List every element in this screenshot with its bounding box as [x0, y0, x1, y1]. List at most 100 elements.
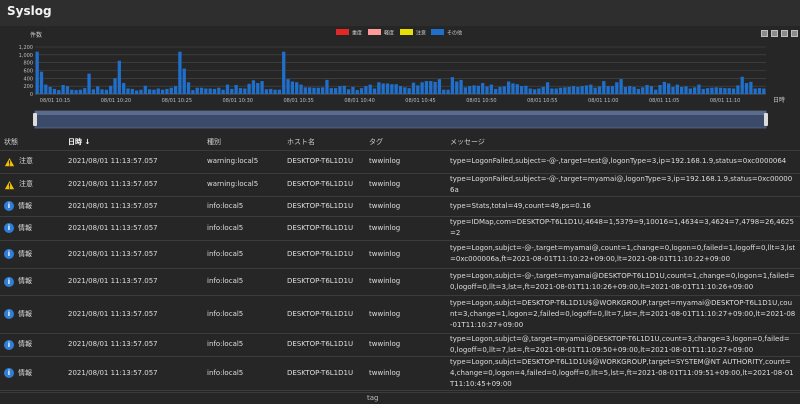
bar[interactable]: [524, 85, 528, 94]
bar[interactable]: [139, 89, 143, 94]
legend-label[interactable]: 重度: [352, 30, 362, 37]
bar[interactable]: [247, 83, 251, 94]
bar[interactable]: [641, 87, 645, 94]
bar[interactable]: [714, 87, 718, 94]
bar[interactable]: [104, 89, 109, 94]
bar[interactable]: [338, 86, 342, 94]
legend-swatch[interactable]: [400, 29, 413, 35]
bar[interactable]: [610, 86, 615, 94]
bar[interactable]: [87, 73, 91, 94]
bar[interactable]: [697, 84, 701, 94]
table-row[interactable]: i 情報 2021/08/01 11:13:57.057info:local5DES…: [0, 239, 800, 268]
column-tag[interactable]: タグ: [365, 134, 446, 150]
bar[interactable]: [554, 88, 558, 94]
bar[interactable]: [52, 88, 57, 94]
bar[interactable]: [658, 84, 662, 94]
bar[interactable]: [615, 82, 619, 94]
bar[interactable]: [35, 51, 39, 94]
table-row[interactable]: 注意 2021/08/01 11:13:57.057 warning:local5 D…: [0, 172, 800, 196]
bar[interactable]: [351, 86, 355, 94]
bar[interactable]: [65, 86, 70, 94]
bar[interactable]: [511, 83, 515, 94]
bar[interactable]: [61, 84, 65, 94]
bar[interactable]: [48, 86, 52, 94]
bar[interactable]: [394, 84, 398, 94]
legend-swatch[interactable]: [336, 29, 349, 35]
bar[interactable]: [173, 86, 178, 94]
bar[interactable]: [346, 89, 351, 94]
bar[interactable]: [593, 87, 597, 94]
bar[interactable]: [571, 86, 576, 94]
bar[interactable]: [260, 81, 264, 94]
legend-swatch[interactable]: [431, 29, 444, 35]
bar[interactable]: [381, 83, 385, 94]
bar[interactable]: [692, 87, 697, 94]
bar[interactable]: [420, 82, 424, 94]
bar[interactable]: [299, 84, 303, 94]
bar[interactable]: [740, 76, 744, 94]
bar[interactable]: [264, 89, 269, 94]
bar[interactable]: [744, 83, 749, 94]
bar[interactable]: [429, 81, 433, 94]
zoom-reset-icon[interactable]: [771, 30, 778, 37]
bar[interactable]: [731, 88, 736, 94]
bar[interactable]: [654, 89, 658, 94]
bar[interactable]: [286, 79, 290, 94]
table-row[interactable]: i 情報 2021/08/01 11:13:57.057info:local5DES…: [0, 267, 800, 295]
bar[interactable]: [221, 89, 225, 94]
bar[interactable]: [74, 90, 78, 94]
bar[interactable]: [316, 87, 320, 94]
bar[interactable]: [736, 85, 740, 94]
bar[interactable]: [225, 84, 230, 94]
bar[interactable]: [628, 86, 632, 94]
bar[interactable]: [705, 88, 710, 95]
bar[interactable]: [135, 90, 139, 94]
save-image-icon[interactable]: [791, 30, 798, 37]
bar[interactable]: [541, 86, 545, 94]
bar[interactable]: [667, 83, 671, 94]
bar[interactable]: [455, 81, 459, 94]
bar[interactable]: [147, 89, 152, 94]
bar[interactable]: [498, 86, 502, 94]
bar[interactable]: [545, 82, 550, 94]
bar[interactable]: [333, 88, 338, 95]
bar[interactable]: [398, 86, 403, 94]
bar[interactable]: [762, 88, 766, 94]
bar[interactable]: [472, 85, 476, 94]
bar[interactable]: [372, 88, 377, 94]
bar[interactable]: [442, 89, 446, 94]
bar[interactable]: [506, 81, 511, 94]
zoom-tool-icon[interactable]: [761, 30, 768, 37]
bar[interactable]: [156, 88, 160, 94]
bar[interactable]: [450, 77, 455, 94]
bar[interactable]: [329, 88, 333, 95]
bar[interactable]: [377, 82, 381, 94]
bar[interactable]: [182, 68, 186, 94]
bar[interactable]: [481, 83, 485, 94]
bar[interactable]: [558, 87, 563, 94]
bar[interactable]: [528, 88, 532, 94]
bar[interactable]: [433, 81, 437, 94]
bar[interactable]: [675, 84, 679, 94]
bar[interactable]: [390, 84, 394, 94]
bar[interactable]: [57, 90, 61, 94]
bar[interactable]: [619, 79, 623, 94]
bar[interactable]: [576, 86, 580, 94]
bar[interactable]: [199, 87, 204, 94]
bar[interactable]: [476, 85, 480, 94]
bar[interactable]: [701, 88, 705, 94]
legend-label[interactable]: その他: [447, 30, 462, 37]
bar[interactable]: [126, 88, 130, 94]
bar[interactable]: [256, 83, 260, 94]
bar[interactable]: [645, 84, 649, 94]
table-row[interactable]: i 情報 2021/08/01 11:13:57.057info:local5DES…: [0, 332, 800, 356]
bar[interactable]: [411, 82, 416, 94]
bar[interactable]: [567, 86, 571, 94]
bar[interactable]: [312, 87, 316, 94]
bar[interactable]: [416, 85, 420, 94]
bar[interactable]: [437, 79, 442, 94]
column-status[interactable]: 状態: [0, 134, 64, 150]
bar[interactable]: [191, 90, 195, 94]
bar[interactable]: [563, 87, 567, 94]
bar[interactable]: [208, 88, 212, 94]
